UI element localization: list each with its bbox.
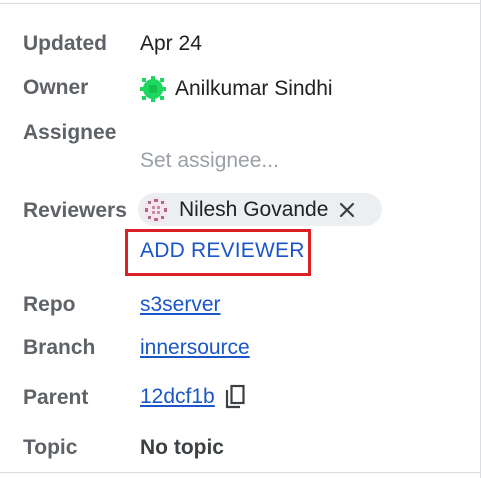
reviewer-name: Nilesh Govande xyxy=(179,197,329,221)
owner-avatar-icon xyxy=(140,76,166,102)
reviewers-label: Reviewers xyxy=(23,199,127,222)
add-reviewer-button[interactable]: ADD REVIEWER xyxy=(140,239,305,263)
repo-link[interactable]: s3server xyxy=(140,293,221,317)
reviewer-chip[interactable]: Nilesh Govande xyxy=(138,193,382,226)
updated-value: Apr 24 xyxy=(140,32,202,55)
owner-name: Anilkumar Sindhi xyxy=(175,77,333,100)
owner-label: Owner xyxy=(23,76,89,99)
parent-commit-link[interactable]: 12dcf1b xyxy=(140,385,215,409)
remove-reviewer-button[interactable] xyxy=(336,199,358,221)
topic-value[interactable]: No topic xyxy=(140,436,224,460)
assignee-label: Assignee xyxy=(23,121,117,144)
close-icon xyxy=(340,202,355,217)
updated-label: Updated xyxy=(23,32,107,55)
copy-icon[interactable] xyxy=(224,384,246,410)
bottom-divider xyxy=(0,472,481,473)
change-info-panel: Updated Apr 24 Owner Anilkumar Sindhi As… xyxy=(0,0,481,478)
repo-label: Repo xyxy=(23,293,76,316)
owner-account[interactable]: Anilkumar Sindhi xyxy=(140,74,333,104)
parent-label: Parent xyxy=(23,386,89,409)
branch-label: Branch xyxy=(23,336,96,359)
branch-link[interactable]: innersource xyxy=(140,336,250,360)
parent-row: 12dcf1b xyxy=(140,384,246,410)
assignee-input[interactable]: Set assignee... xyxy=(140,149,279,173)
top-divider xyxy=(0,3,481,4)
topic-label: Topic xyxy=(23,436,78,459)
reviewer-avatar-icon xyxy=(143,196,169,223)
